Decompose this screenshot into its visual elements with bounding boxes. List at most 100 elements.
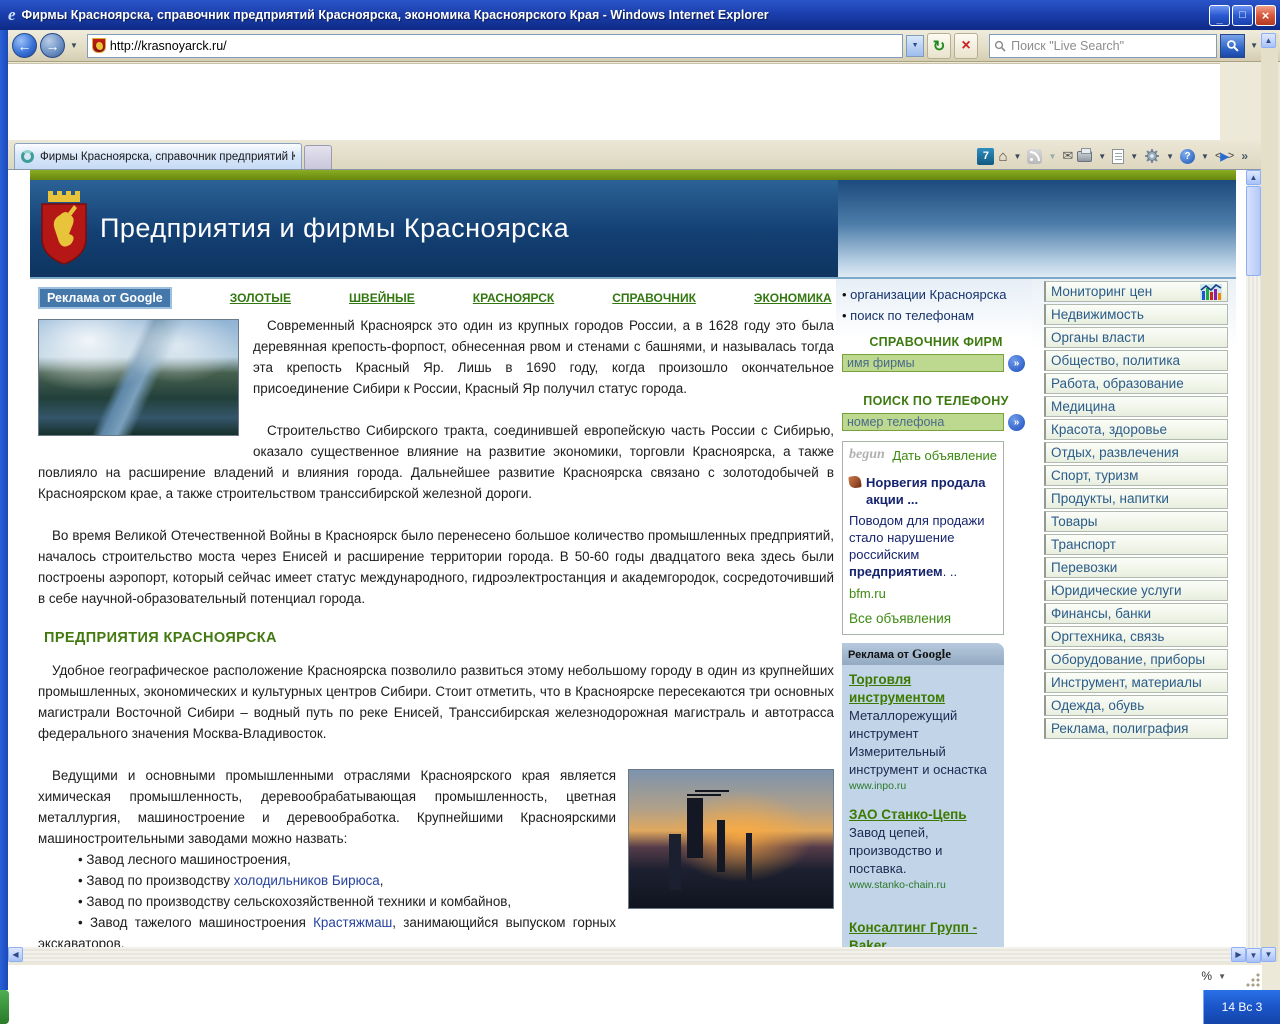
- quick-tabs-badge[interactable]: 7: [977, 148, 994, 165]
- sidebar-item[interactable]: Оборудование, приборы: [1044, 649, 1228, 670]
- new-tab-button[interactable]: [304, 145, 332, 169]
- krasnoyarsk-crest-icon: [38, 191, 90, 267]
- google-ad-title-link[interactable]: ЗАО Станко-Цепь: [849, 806, 997, 824]
- forward-button[interactable]: →: [40, 33, 65, 58]
- photo-krasnoyarsk-sunset: [628, 769, 834, 909]
- sidebar-item[interactable]: Одежда, обувь: [1044, 695, 1228, 716]
- stop-icon: ×: [961, 37, 970, 55]
- start-button-edge[interactable]: [0, 990, 9, 1024]
- scroll-right-icon[interactable]: ▶: [1231, 947, 1246, 962]
- sidebar-item[interactable]: Красота, здоровье: [1044, 419, 1228, 440]
- maximize-button[interactable]: □: [1232, 5, 1253, 26]
- begun-ad-title[interactable]: Норвегия продала акции ...: [849, 474, 997, 508]
- sidebar-item[interactable]: Оргтехника, связь: [1044, 626, 1228, 647]
- sidebar-item[interactable]: Инструмент, материалы: [1044, 672, 1228, 693]
- sidebar-item[interactable]: Недвижимость: [1044, 304, 1228, 325]
- close-button[interactable]: ×: [1255, 5, 1276, 26]
- developer-tools-icon[interactable]: <▶>: [1215, 147, 1233, 165]
- sidebar-item[interactable]: Органы власти: [1044, 327, 1228, 348]
- history-dropdown-icon[interactable]: ▼: [68, 41, 80, 50]
- sidebar-item[interactable]: Работа, образование: [1044, 373, 1228, 394]
- phone-number-input[interactable]: [842, 413, 1004, 431]
- sidebar-item-monitoring[interactable]: Мониторинг цен: [1044, 281, 1228, 302]
- sidebar-item[interactable]: Продукты, напитки: [1044, 488, 1228, 509]
- firm-name-input[interactable]: [842, 354, 1004, 372]
- address-input[interactable]: [110, 39, 900, 53]
- content-vertical-scrollbar[interactable]: ▲ ▼: [1246, 170, 1261, 963]
- scrollbar-thumb[interactable]: [1246, 186, 1261, 276]
- scroll-left-icon[interactable]: ◀: [8, 947, 23, 962]
- sidebar-item[interactable]: Товары: [1044, 511, 1228, 532]
- nav-link-spravochnik[interactable]: СПРАВОЧНИК: [612, 291, 696, 305]
- help-icon[interactable]: ?: [1180, 149, 1195, 164]
- print-icon[interactable]: [1077, 151, 1092, 162]
- print-dropdown-icon[interactable]: ▼: [1096, 152, 1108, 161]
- page-dropdown-icon[interactable]: ▼: [1128, 152, 1140, 161]
- google-ad-url[interactable]: www.inpo.ru: [849, 780, 997, 792]
- biryusa-link[interactable]: холодильников Бирюса: [234, 873, 380, 888]
- outer-scroll-up-icon[interactable]: ▲: [1261, 33, 1276, 48]
- zoom-control[interactable]: % ▼: [1201, 969, 1226, 983]
- refresh-button[interactable]: ↻: [927, 33, 951, 59]
- scroll-down-icon[interactable]: ▼: [1246, 948, 1261, 963]
- window-vertical-scrollbar[interactable]: ▲ ▼: [1261, 33, 1278, 962]
- begun-all-ads-link[interactable]: Все объявления: [849, 611, 997, 626]
- link-phone-search[interactable]: поиск по телефонам: [842, 307, 1030, 325]
- tools-gear-icon[interactable]: [1144, 148, 1160, 164]
- middle-column: организации Красноярска поиск по телефон…: [836, 279, 1032, 947]
- address-dropdown-button[interactable]: ▼: [906, 35, 924, 57]
- tab-krasnoyarsk[interactable]: Фирмы Красноярска, справочник предприяти…: [14, 143, 302, 169]
- rss-feed-icon[interactable]: [1027, 149, 1042, 164]
- top-nav: Реклама от Google ЗОЛОТЫЕ ШВЕЙНЫЕ КРАСНО…: [38, 287, 834, 309]
- browser-viewport: Предприятия и фирмы Красноярска Реклама …: [8, 170, 1246, 947]
- sidebar-item[interactable]: Медицина: [1044, 396, 1228, 417]
- sidebar-item[interactable]: Отдых, развлечения: [1044, 442, 1228, 463]
- live-search-box[interactable]: [989, 34, 1217, 58]
- toolbar-overflow-icon[interactable]: »: [1241, 149, 1248, 163]
- nav-link-krasnoyarsk[interactable]: КРАСНОЯРСК: [473, 291, 554, 305]
- sidebar-item[interactable]: Перевозки: [1044, 557, 1228, 578]
- page-menu-icon[interactable]: [1112, 149, 1124, 164]
- minimize-button[interactable]: _: [1209, 5, 1230, 26]
- mail-icon[interactable]: ✉: [1062, 147, 1073, 165]
- sidebar-item[interactable]: Реклама, полиграфия: [1044, 718, 1228, 739]
- nav-link-zolotye[interactable]: ЗОЛОТЫЕ: [230, 291, 291, 305]
- scroll-up-icon[interactable]: ▲: [1246, 170, 1261, 185]
- begun-place-ad-link[interactable]: Дать объявление: [892, 447, 997, 464]
- link-organizations[interactable]: организации Красноярска: [842, 286, 1030, 304]
- krastyazhmash-link[interactable]: Крастяжмаш: [313, 915, 392, 930]
- google-ads-header: Реклама от Google: [842, 643, 1004, 665]
- horizontal-scrollbar[interactable]: ◀ ▶: [8, 947, 1246, 963]
- outer-scroll-down-icon[interactable]: ▼: [1261, 947, 1276, 962]
- stop-button[interactable]: ×: [954, 33, 978, 59]
- search-options-dropdown-icon[interactable]: ▼: [1248, 41, 1260, 50]
- help-dropdown-icon[interactable]: ▼: [1199, 152, 1211, 161]
- ie-logo-icon: e: [8, 5, 16, 25]
- sidebar-item[interactable]: Финансы, банки: [1044, 603, 1228, 624]
- search-input[interactable]: [1011, 39, 1212, 53]
- blank-toolbar-area: [8, 63, 1220, 140]
- tools-dropdown-icon[interactable]: ▼: [1164, 152, 1176, 161]
- home-icon[interactable]: ⌂: [998, 147, 1007, 165]
- home-dropdown-icon[interactable]: ▼: [1012, 152, 1024, 161]
- google-ad-title-link[interactable]: Консалтинг Групп - Baker: [849, 919, 997, 947]
- nav-link-shveynye[interactable]: ШВЕЙНЫЕ: [349, 291, 415, 305]
- google-ad-url[interactable]: www.stanko-chain.ru: [849, 879, 997, 891]
- zoom-percent-label: %: [1201, 969, 1212, 983]
- begun-ad-url[interactable]: bfm.ru: [849, 586, 997, 601]
- category-sidebar: Мониторинг цен Недвижимость Органы власт…: [1032, 279, 1236, 741]
- phone-search-go-button[interactable]: »: [1008, 414, 1025, 431]
- sidebar-item[interactable]: Общество, политика: [1044, 350, 1228, 371]
- firm-search-go-button[interactable]: »: [1008, 355, 1025, 372]
- sidebar-item[interactable]: Транспорт: [1044, 534, 1228, 555]
- address-bar[interactable]: [87, 34, 903, 58]
- resize-grip-icon[interactable]: [1246, 973, 1260, 987]
- google-ad-title-link[interactable]: Торговля инструментом: [849, 671, 997, 707]
- zoom-dropdown-icon[interactable]: ▼: [1218, 972, 1226, 981]
- back-button[interactable]: ←: [12, 33, 37, 58]
- sidebar-item[interactable]: Спорт, туризм: [1044, 465, 1228, 486]
- search-go-button[interactable]: [1220, 34, 1245, 58]
- paragraph-war-industry: Во время Великой Отечественной Войны в К…: [38, 525, 834, 609]
- nav-link-ekonomika[interactable]: ЭКОНОМИКА: [754, 291, 832, 305]
- sidebar-item[interactable]: Юридические услуги: [1044, 580, 1228, 601]
